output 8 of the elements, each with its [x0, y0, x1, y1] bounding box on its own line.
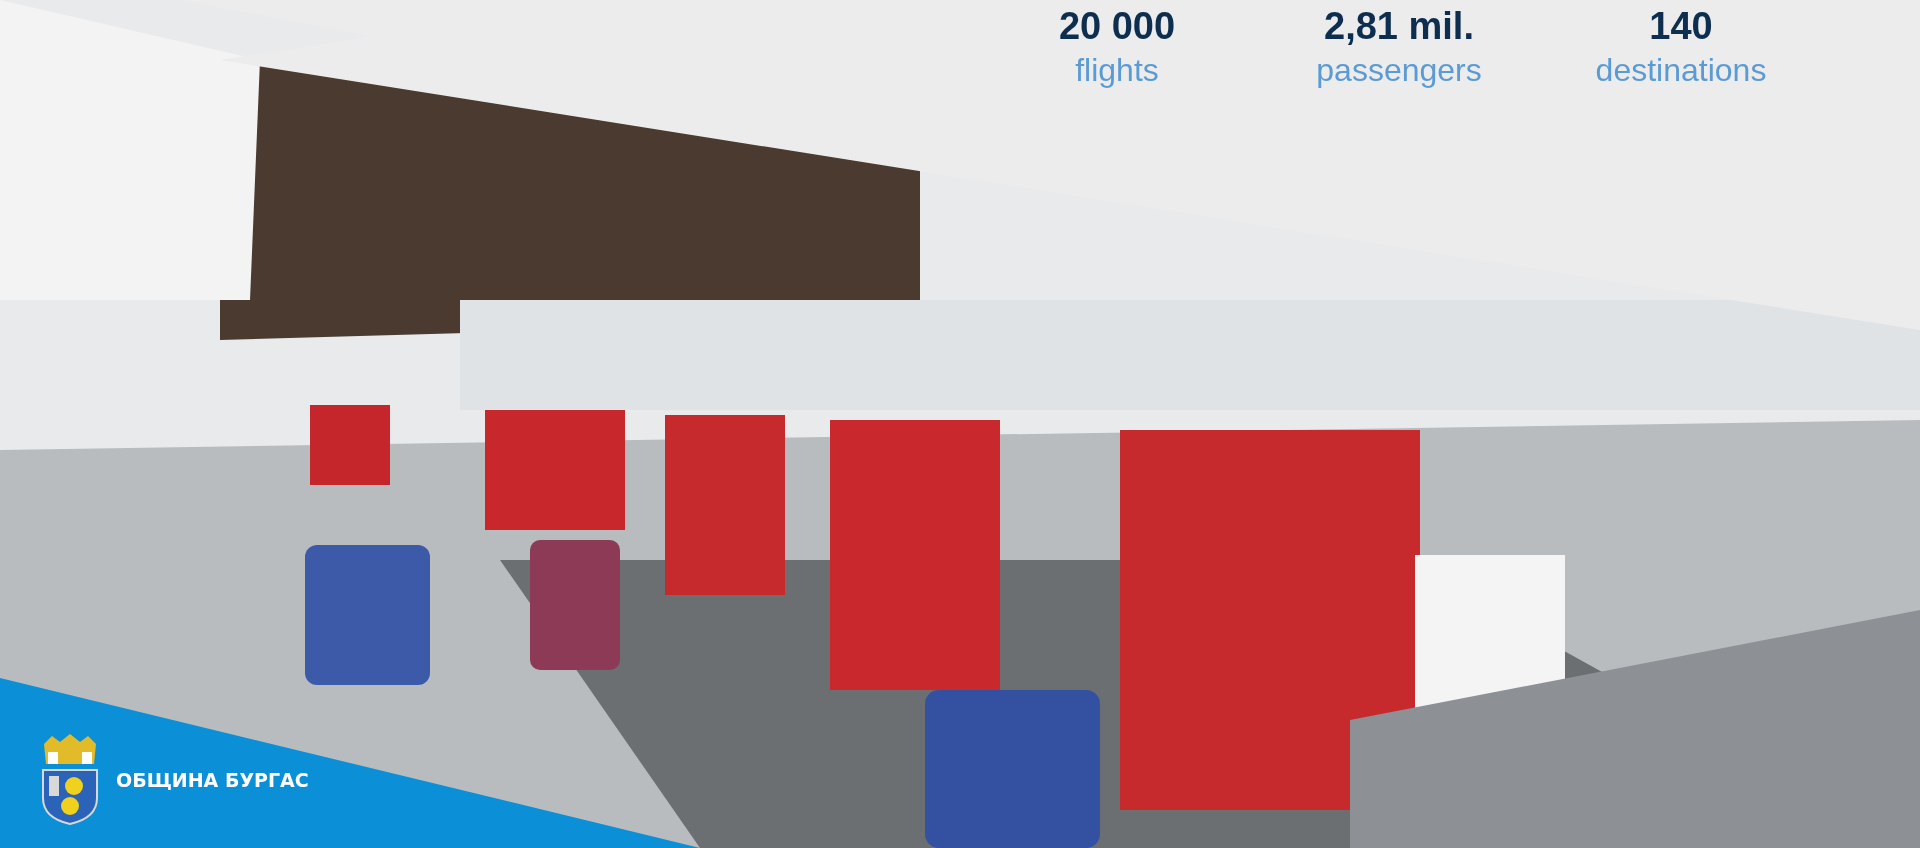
stat-value: 20 000 — [1058, 4, 1176, 49]
stat-value: 140 — [1649, 4, 1713, 49]
brand-name: ОБЩИНА БУРГАС — [116, 769, 309, 791]
coat-of-arms-icon — [40, 734, 100, 826]
stat-label: flights — [1075, 51, 1159, 90]
stat-label: destinations — [1595, 51, 1767, 90]
stat-value: 2,81 mil. — [1324, 4, 1474, 49]
stat-label: passengers — [1316, 51, 1482, 90]
